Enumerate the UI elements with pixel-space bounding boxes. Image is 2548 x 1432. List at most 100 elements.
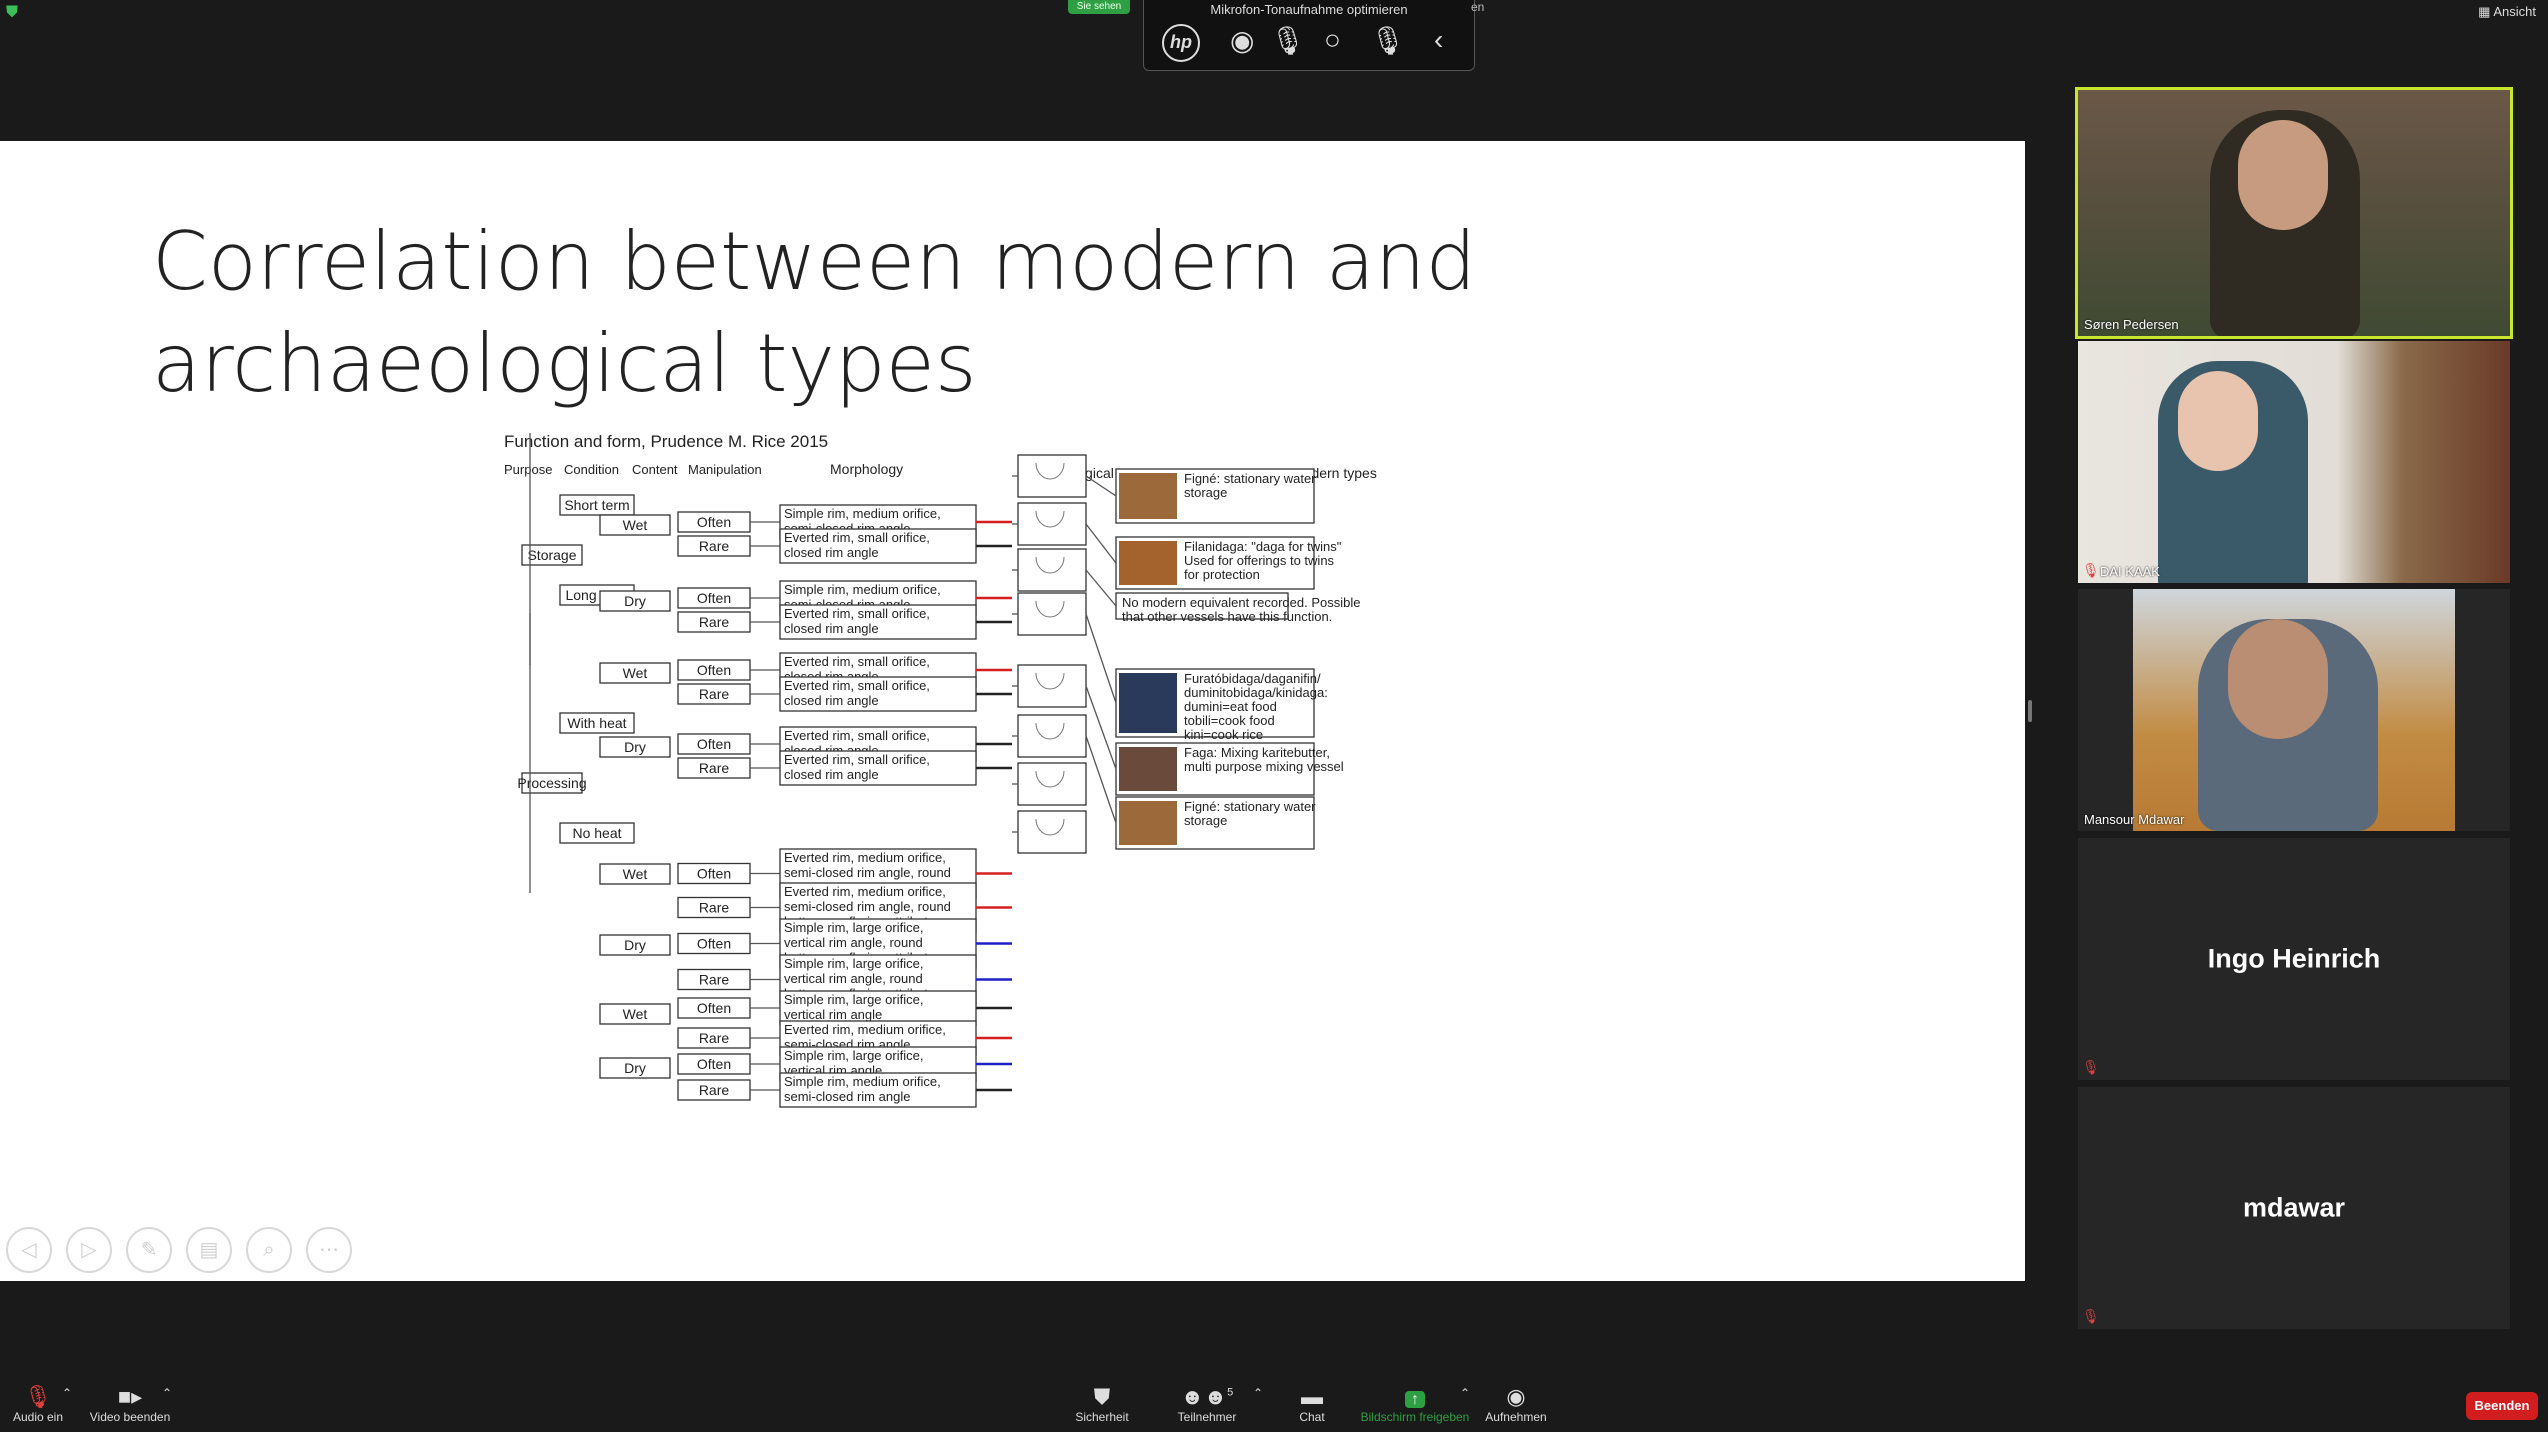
audio-options-button[interactable]: ⌃ — [62, 1386, 72, 1400]
morphology-text: closed rim angle — [784, 545, 879, 560]
modern-type-text: Used for offerings to twins — [1184, 553, 1335, 568]
modern-type-text: kini=cook rice — [1184, 727, 1263, 742]
end-meeting-button[interactable]: Beenden — [2466, 1392, 2538, 1420]
modern-connector — [1085, 613, 1117, 704]
modern-type-text: duminitobidaga/kinidaga: — [1184, 685, 1328, 700]
video-tile[interactable]: Søren Pedersen — [2075, 87, 2513, 339]
arch-type-box — [1017, 592, 1087, 636]
video-camera-icon: ■▸ — [117, 1384, 143, 1409]
morphology-text: Everted rim, small orifice, — [784, 654, 930, 669]
video-button[interactable]: ■▸ Video beenden — [88, 1384, 172, 1424]
participants-button[interactable]: ☻☻5 Teilnehmer — [1172, 1384, 1242, 1424]
morphology-text: closed rim angle — [784, 621, 879, 636]
video-tile[interactable]: mdawar 🎙︎ — [2078, 1087, 2510, 1329]
more-icon[interactable]: ⋯ — [306, 1227, 352, 1273]
manipulation-label: Rare — [699, 900, 730, 916]
radio-circle-icon[interactable]: ○ — [1324, 24, 1341, 56]
microphone-waves-icon[interactable]: 🎙︎ — [1370, 24, 1406, 57]
record-dot-icon[interactable]: ◉ — [1230, 24, 1254, 57]
record-label: Aufnehmen — [1485, 1410, 1547, 1424]
condition-label: Short term — [564, 497, 629, 513]
morphology-text: Everted rim, medium orifice, — [784, 884, 946, 899]
morphology-text: vertical rim angle — [784, 1007, 882, 1022]
condition-label: No heat — [572, 825, 621, 841]
morphology-text: Everted rim, small orifice, — [784, 678, 930, 693]
panel-resize-handle[interactable] — [2028, 700, 2032, 722]
video-tile[interactable]: Ingo Heinrich 🎙︎ — [2078, 838, 2510, 1080]
morphology-text: Simple rim, medium orifice, — [784, 506, 941, 521]
participant-name: Mansour Mdawar — [2084, 812, 2185, 827]
video-options-button[interactable]: ⌃ — [162, 1386, 172, 1400]
security-shield-icon[interactable]: ⛊ — [6, 4, 20, 21]
purpose-label: Storage — [527, 547, 576, 563]
prev-slide-icon[interactable]: ◁ — [6, 1227, 52, 1273]
vessel-photo — [1119, 473, 1177, 519]
view-label: Ansicht — [2493, 4, 2536, 19]
slide-controls: ◁ ▷ ✎ ▤ ⌕ ⋯ — [6, 1227, 366, 1273]
manipulation-label: Rare — [699, 538, 730, 554]
chat-button[interactable]: ▬ Chat — [1290, 1384, 1334, 1424]
diagram-svg: Function and form, Prudence M. Rice 2015… — [504, 385, 1377, 1108]
next-slide-icon[interactable]: ▷ — [66, 1227, 112, 1273]
share-screen-button[interactable]: ↑ Bildschirm freigeben — [1358, 1384, 1472, 1424]
morphology-text: semi-closed rim angle, round — [784, 865, 951, 880]
morphology-text: Simple rim, medium orifice, — [784, 582, 941, 597]
view-button[interactable]: ▦ Ansicht — [2478, 4, 2536, 20]
record-button[interactable]: ◉ Aufnehmen — [1482, 1384, 1550, 1424]
modern-type-text: Faga: Mixing karitebutter, — [1184, 745, 1330, 760]
arch-type-box — [1017, 502, 1087, 546]
mini-toolbar: Mikrofon-Tonaufnahme optimieren hp ◉ 🎙︎ … — [1143, 0, 1475, 71]
morphology-text: vertical rim angle, round — [784, 971, 923, 986]
participants-options-button[interactable]: ⌃ — [1253, 1386, 1263, 1400]
content-label: Wet — [623, 665, 648, 681]
vessel-photo — [1119, 541, 1177, 585]
morphology-text: Simple rim, large orifice, — [784, 992, 923, 1007]
participants-count: 5 — [1227, 1386, 1234, 1399]
pen-icon[interactable]: ✎ — [126, 1227, 172, 1273]
morphology-text: semi-closed rim angle, round — [784, 899, 951, 914]
participant-name-large: Ingo Heinrich — [2207, 943, 2381, 974]
toolbar-tail[interactable]: en — [1471, 0, 1484, 14]
share-options-button[interactable]: ⌃ — [1460, 1386, 1470, 1400]
modern-type-text: for protection — [1184, 567, 1260, 582]
slides-grid-icon[interactable]: ▤ — [186, 1227, 232, 1273]
morphology-text: Everted rim, small orifice, — [784, 606, 930, 621]
slide-title-line2: archaeological types — [152, 317, 977, 410]
chat-label: Chat — [1299, 1410, 1325, 1424]
manipulation-label: Rare — [699, 972, 730, 988]
manipulation-label: Rare — [699, 1030, 730, 1046]
person-face — [2238, 120, 2328, 230]
chat-bubble-icon: ▬ — [1301, 1384, 1323, 1409]
video-tile[interactable]: DAI KAAK 🎙︎ — [2078, 341, 2510, 583]
arch-type-box — [1017, 762, 1087, 806]
morphology-text: Simple rim, large orifice, — [784, 920, 923, 935]
mini-toolbar-caption: Mikrofon-Tonaufnahme optimieren — [1210, 2, 1408, 17]
condition-label: With heat — [567, 715, 626, 731]
modern-connector — [1085, 735, 1117, 824]
modern-type-text: Figné: stationary water — [1184, 799, 1316, 814]
content-label: Dry — [624, 1060, 646, 1076]
arch-type-box — [1017, 664, 1087, 708]
morphology-text: closed rim angle — [784, 693, 879, 708]
arch-type-box — [1017, 714, 1087, 758]
manipulation-label: Rare — [699, 686, 730, 702]
vessel-photo — [1119, 747, 1177, 791]
modern-type-text: Figné: stationary water — [1184, 471, 1316, 486]
muted-mic-icon: 🎙︎ — [2082, 562, 2100, 578]
slide-title-line1: Correlation between modern and — [152, 215, 1477, 308]
video-tile[interactable]: Mansour Mdawar — [2078, 589, 2510, 831]
viewing-indicator[interactable]: Sie sehen — [1068, 0, 1130, 14]
chevron-left-icon[interactable]: ‹ — [1434, 24, 1443, 56]
participant-name: Søren Pedersen — [2084, 317, 2179, 332]
col-morphology: Morphology — [830, 461, 903, 477]
security-button[interactable]: ⛊ Sicherheit — [1070, 1384, 1134, 1424]
muted-mic-icon: 🎙︎ — [2082, 1059, 2100, 1075]
vessel-photo — [1119, 801, 1177, 845]
microphone-icon[interactable]: 🎙︎ — [1270, 24, 1306, 57]
audio-button[interactable]: 🎙︎ Audio ein — [10, 1384, 66, 1424]
content-label: Wet — [623, 517, 648, 533]
modern-type-text: tobili=cook food — [1184, 713, 1275, 728]
col-content: Content — [632, 462, 678, 477]
zoom-icon[interactable]: ⌕ — [246, 1227, 292, 1273]
record-icon: ◉ — [1506, 1384, 1526, 1409]
